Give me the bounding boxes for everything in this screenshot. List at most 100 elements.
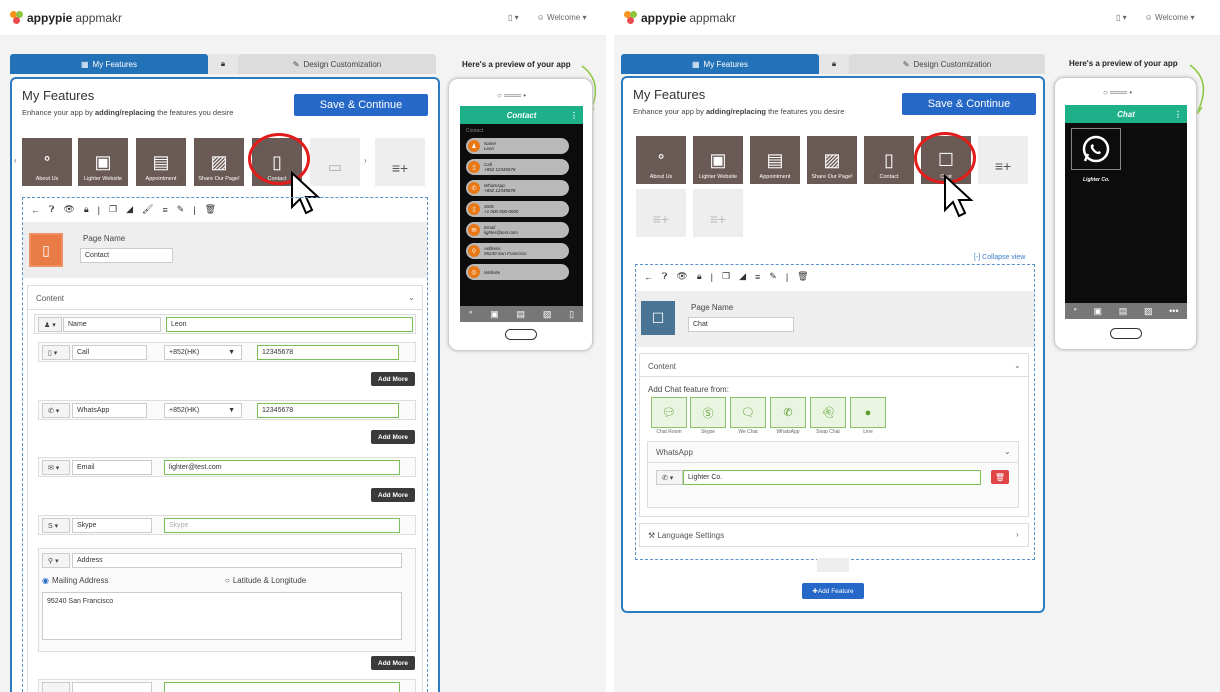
help-icon[interactable]: ❓︎ <box>49 204 54 215</box>
whatsapp-country-select[interactable]: +852(HK) ▼ <box>164 403 242 418</box>
whatsapp-type-select[interactable]: ✆ ▾ <box>42 403 70 418</box>
snapchat-option[interactable]: 👻︎ <box>810 397 846 428</box>
lock-icon[interactable]: 🔒︎ <box>84 204 89 215</box>
home-button[interactable] <box>1110 328 1142 339</box>
back-arrow-icon[interactable]: ← <box>31 205 40 215</box>
preview-contact-item[interactable]: ◎ Website <box>466 264 569 280</box>
tab-design-customization[interactable]: ✎ Design Customization <box>238 54 436 74</box>
wechat-option[interactable]: 🗨︎ <box>730 397 766 428</box>
address-textarea[interactable]: 95240 San Francisco <box>42 592 402 640</box>
whatsapp-type-select[interactable]: ✆ ▾ <box>656 470 683 485</box>
add-feature-tile[interactable]: ≡+ <box>636 189 686 237</box>
copy-icon[interactable]: ❐ <box>109 204 117 215</box>
website-icon[interactable]: ▣ <box>490 309 499 320</box>
tab-design-customization[interactable]: ✎ Design Customization <box>849 54 1045 74</box>
content-header[interactable]: Content <box>648 362 676 371</box>
mailing-address-radio[interactable]: ◉ Mailing Address <box>42 576 108 585</box>
call-country-select[interactable]: +852(HK) ▼ <box>164 345 242 360</box>
chevron-down-icon[interactable]: ⌄ <box>408 293 415 302</box>
name-value-field[interactable]: Leon <box>166 317 413 332</box>
website-icon[interactable]: ▣ <box>1094 306 1103 317</box>
preview-contact-item[interactable]: ✆ WhatsApp +852 12345678 <box>466 180 569 196</box>
add-more-address-button[interactable]: Add More <box>371 656 415 670</box>
signal-icon[interactable]: ◢ <box>739 271 746 282</box>
preview-contact-item[interactable]: ✉ Email lighter@test.com <box>466 222 569 238</box>
whatsapp-section-header[interactable]: WhatsApp <box>656 448 693 457</box>
paint-icon[interactable]: 🖌︎ <box>142 204 153 215</box>
signal-icon[interactable]: ◢ <box>126 204 133 215</box>
tile-share-our-page[interactable]: ▨ Share Our Page! <box>194 138 244 186</box>
preview-contact-item[interactable]: ▯ Call +852 12345678 <box>466 159 569 175</box>
whatsapp-value-field[interactable]: Lighter Co. <box>683 470 981 485</box>
tile-share-our-page[interactable]: ▨ Share Our Page! <box>807 136 857 184</box>
edit-icon[interactable]: ✎ <box>769 271 777 282</box>
more-vert-icon[interactable]: ⋮ <box>1174 110 1182 119</box>
home-button[interactable] <box>505 329 537 340</box>
trash-icon[interactable]: 🗑︎ <box>205 204 216 215</box>
copy-icon[interactable]: ❐ <box>722 271 730 282</box>
page-name-input[interactable]: Contact <box>80 248 173 263</box>
next-type-select[interactable] <box>42 682 70 692</box>
line-option[interactable]: ● <box>850 397 886 428</box>
back-arrow-icon[interactable]: ← <box>644 272 653 282</box>
email-label-field[interactable]: Email <box>72 460 152 475</box>
call-label-field[interactable]: Call <box>72 345 147 360</box>
lock-tab[interactable]: 🔒︎ <box>819 54 849 74</box>
appointment-icon[interactable]: ▤ <box>517 309 526 320</box>
help-icon[interactable]: ❓︎ <box>662 271 667 282</box>
appointment-icon[interactable]: ▤ <box>1119 306 1128 317</box>
menu-icon[interactable]: ≡ <box>162 205 167 215</box>
save-continue-button[interactable]: Save & Continue <box>294 94 428 116</box>
add-more-email-button[interactable]: Add More <box>371 488 415 502</box>
person-icon[interactable]: ᐤ <box>1073 306 1077 317</box>
next-value-field[interactable] <box>164 682 400 692</box>
name-label-field[interactable]: Name <box>63 317 161 332</box>
phone-type-select[interactable]: ▯ ▾ <box>42 345 70 360</box>
trash-icon[interactable]: 🗑︎ <box>797 271 808 282</box>
skype-value-field[interactable]: Skype <box>164 518 400 533</box>
person-icon[interactable]: ᐤ <box>469 309 473 320</box>
add-feature-tile[interactable]: ≡+ <box>693 189 743 237</box>
tile-about-us[interactable]: ᐤ About Us <box>22 138 72 186</box>
preview-contact-item[interactable]: ♟ Name Leon <box>466 138 569 154</box>
add-feature-tile[interactable]: ≡+ <box>375 138 425 186</box>
chevron-down-icon[interactable]: ⌄ <box>1004 447 1011 456</box>
image-icon[interactable]: ▨ <box>543 309 552 320</box>
tile-lighter-website[interactable]: ▣ Lighter Website <box>78 138 128 186</box>
chevron-right-icon[interactable]: › <box>1016 530 1019 539</box>
chevron-left-icon[interactable]: ‹ <box>14 156 17 165</box>
contact-page-icon[interactable]: ▯ <box>29 233 63 267</box>
add-more-call-button[interactable]: Add More <box>371 372 415 386</box>
whatsapp-label-field[interactable]: WhatsApp <box>72 403 147 418</box>
save-continue-button[interactable]: Save & Continue <box>902 93 1036 115</box>
tab-my-features[interactable]: ▦ My Features <box>621 54 819 74</box>
tile-contact[interactable]: ▯ Contact <box>864 136 914 184</box>
image-icon[interactable]: ▨ <box>1144 306 1153 317</box>
tile-appointment[interactable]: ▤ Appointment <box>750 136 800 184</box>
chevron-right-icon[interactable]: › <box>364 156 367 165</box>
lock-tab[interactable]: 🔒︎ <box>208 54 238 74</box>
collapse-view-link[interactable]: [-] Collapse view <box>974 254 1025 261</box>
device-icon[interactable]: ▯ ▾ <box>1116 13 1127 22</box>
tile-lighter-website[interactable]: ▣ Lighter Website <box>693 136 743 184</box>
person-type-select[interactable]: ♟ ▾ <box>38 317 62 332</box>
skype-label-field[interactable]: Skype <box>72 518 152 533</box>
add-feature-button[interactable]: ✚ Add Feature <box>802 583 864 599</box>
chat-room-option[interactable]: 💬︎ <box>651 397 687 428</box>
add-more-whatsapp-button[interactable]: Add More <box>371 430 415 444</box>
email-type-select[interactable]: ✉ ▾ <box>42 460 70 475</box>
tile-appointment[interactable]: ▤ Appointment <box>136 138 186 186</box>
editor-handle[interactable] <box>817 558 849 572</box>
chevron-down-icon[interactable]: ⌄ <box>1014 361 1021 370</box>
more-horiz-icon[interactable]: ••• <box>1169 306 1178 316</box>
address-label-field[interactable]: Address <box>72 553 402 568</box>
call-value-field[interactable]: 12345678 <box>257 345 399 360</box>
add-feature-tile[interactable]: ≡+ <box>978 136 1028 184</box>
tab-my-features[interactable]: ▦ My Features <box>10 54 208 74</box>
preview-contact-item[interactable]: ⚲ Address 95240 San Francisco <box>466 243 569 259</box>
lat-long-radio[interactable]: ○ Latitude & Longitude <box>225 576 306 585</box>
eye-icon[interactable]: 👁︎ <box>63 204 74 215</box>
address-type-select[interactable]: ⚲ ▾ <box>42 553 70 568</box>
preview-contact-item[interactable]: ▯ SMS +1 000-000-0000 <box>466 201 569 217</box>
content-header[interactable]: Content <box>36 294 64 303</box>
